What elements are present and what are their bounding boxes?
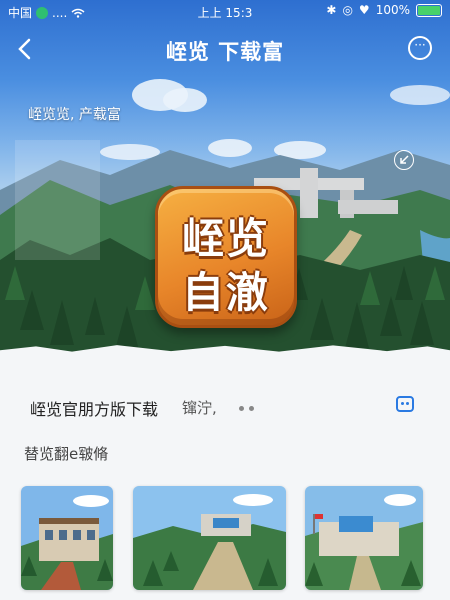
page-title: 峌览 下载富	[165, 40, 285, 64]
battery-icon	[416, 3, 442, 17]
ellipsis-dots-icon	[239, 406, 254, 411]
chat-icon[interactable]	[396, 396, 414, 412]
building-scene-image	[21, 486, 113, 590]
school-scene-image	[305, 486, 423, 590]
screenshot-thumbnail-3[interactable]	[305, 486, 423, 590]
expand-arrow-icon	[400, 155, 409, 164]
badge-text-line1: 峌览	[181, 214, 270, 263]
bluetooth-icon: ✱	[326, 3, 337, 17]
app-logo-badge: 峌览 自澈	[155, 186, 297, 328]
location-icon: ◎	[342, 3, 353, 17]
screenshot-gallery	[0, 486, 450, 596]
screenshot-thumbnail-2[interactable]	[133, 486, 286, 590]
screenshot-thumbnail-1[interactable]	[21, 486, 113, 590]
battery-percent: 100%	[375, 3, 410, 17]
app-download-title: 峌览官朋方版下载	[30, 400, 159, 419]
more-button[interactable]: ···	[408, 36, 432, 60]
expand-button[interactable]	[394, 150, 414, 170]
app-info-row[interactable]: 峌览官朋方版下载 镩泞,	[0, 388, 450, 424]
plaza-scene-image	[133, 486, 286, 590]
more-dots-icon: ···	[414, 38, 426, 52]
hero-overlay-panel	[15, 140, 100, 260]
status-bar: 中国 .... 上上 15:3 ✱ ◎ ♥ 100%	[0, 0, 450, 22]
app-info-subtitle: 镩泞,	[182, 399, 217, 417]
hero-caption: 峌览览, 产载富	[28, 107, 121, 123]
nav-bar: 峌览 下载富 ···	[0, 30, 450, 70]
status-right: ✱ ◎ ♥ 100%	[326, 3, 442, 17]
badge-text-line2: 自澈	[181, 268, 270, 317]
heart-icon: ♥	[358, 3, 370, 17]
section-title: 替览翻e皲脩	[24, 445, 109, 463]
hero-banner: 中国 .... 上上 15:3 ✱ ◎ ♥ 100% 峌览 下载富 ··· 峌览…	[0, 0, 450, 360]
battery-fill	[418, 5, 440, 15]
